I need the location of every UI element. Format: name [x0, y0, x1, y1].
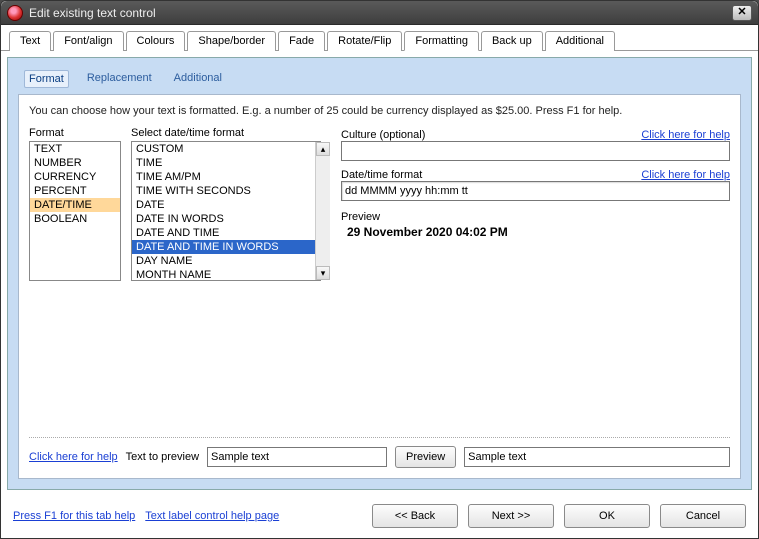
text-to-preview-label: Text to preview [126, 451, 199, 463]
dialog-window: Edit existing text control ✕ TextFont/al… [0, 0, 759, 539]
titlebar: Edit existing text control ✕ [1, 1, 758, 25]
datetime-item[interactable]: MONTH NAME [132, 268, 320, 281]
tab-fade[interactable]: Fade [278, 31, 325, 51]
tab-colours[interactable]: Colours [126, 31, 186, 51]
format-column: Format TEXTNUMBERCURRENCYPERCENTDATE/TIM… [29, 127, 121, 281]
tab-text[interactable]: Text [9, 31, 51, 51]
tab-rotate-flip[interactable]: Rotate/Flip [327, 31, 402, 51]
ok-button[interactable]: OK [564, 504, 650, 528]
scroll-down-icon[interactable]: ▾ [316, 266, 330, 280]
tab-formatting[interactable]: Formatting [404, 31, 479, 51]
footer: Press F1 for this tab help Text label co… [1, 496, 758, 538]
format-label: Format [29, 127, 121, 139]
intro-text: You can choose how your text is formatte… [29, 105, 730, 117]
back-button[interactable]: << Back [372, 504, 458, 528]
cancel-button[interactable]: Cancel [660, 504, 746, 528]
format-item[interactable]: PERCENT [30, 184, 120, 198]
datetime-item[interactable]: CUSTOM [132, 142, 320, 156]
right-column: Culture (optional) Click here for help D… [341, 127, 730, 281]
datetime-item[interactable]: TIME [132, 156, 320, 170]
tab-help-link[interactable]: Press F1 for this tab help [13, 510, 135, 522]
preview-value: 29 November 2020 04:02 PM [347, 225, 730, 239]
datetime-format-input[interactable] [341, 181, 730, 201]
next-button[interactable]: Next >> [468, 504, 554, 528]
content-area: TextFont/alignColoursShape/borderFadeRot… [1, 25, 758, 538]
control-help-link[interactable]: Text label control help page [145, 510, 279, 522]
inner-tab-replacement[interactable]: Replacement [83, 70, 156, 88]
window-title: Edit existing text control [27, 6, 732, 20]
tab-additional[interactable]: Additional [545, 31, 615, 51]
dtf-label: Date/time format [341, 169, 422, 181]
format-item[interactable]: NUMBER [30, 156, 120, 170]
scrollbar[interactable]: ▴ ▾ [315, 142, 330, 280]
datetime-item[interactable]: DAY NAME [132, 254, 320, 268]
preview-button[interactable]: Preview [395, 446, 456, 468]
format-panel: You can choose how your text is formatte… [18, 94, 741, 479]
datetime-column: Select date/time format CUSTOMTIMETIME A… [131, 127, 331, 281]
format-item[interactable]: TEXT [30, 142, 120, 156]
dtf-help-link[interactable]: Click here for help [641, 169, 730, 181]
sample-output[interactable] [464, 447, 730, 467]
app-icon [7, 5, 23, 21]
culture-label: Culture (optional) [341, 129, 425, 141]
inner-tab-bar: Format Replacement Additional [18, 68, 741, 94]
outer-tab-bar: TextFont/alignColoursShape/borderFadeRot… [1, 25, 758, 51]
close-button[interactable]: ✕ [732, 5, 752, 21]
datetime-item[interactable]: TIME AM/PM [132, 170, 320, 184]
culture-help-link[interactable]: Click here for help [641, 129, 730, 141]
inner-tab-format[interactable]: Format [24, 70, 69, 88]
datetime-item[interactable]: DATE IN WORDS [132, 212, 320, 226]
bottom-preview-row: Click here for help Text to preview Prev… [29, 437, 730, 468]
sample-input[interactable] [207, 447, 387, 467]
datetime-item[interactable]: DATE AND TIME [132, 226, 320, 240]
tab-font-align[interactable]: Font/align [53, 31, 123, 51]
inner-tab-additional[interactable]: Additional [170, 70, 226, 88]
main-row: Format TEXTNUMBERCURRENCYPERCENTDATE/TIM… [29, 127, 730, 281]
datetime-item[interactable]: DATE [132, 198, 320, 212]
datetime-list[interactable]: CUSTOMTIMETIME AM/PMTIME WITH SECONDSDAT… [131, 141, 321, 281]
format-list[interactable]: TEXTNUMBERCURRENCYPERCENTDATE/TIMEBOOLEA… [29, 141, 121, 281]
datetime-item[interactable]: TIME WITH SECONDS [132, 184, 320, 198]
bottom-help-link[interactable]: Click here for help [29, 451, 118, 463]
format-item[interactable]: DATE/TIME [30, 198, 120, 212]
preview-label: Preview [341, 211, 730, 223]
culture-input[interactable] [341, 141, 730, 161]
tab-back-up[interactable]: Back up [481, 31, 543, 51]
scroll-up-icon[interactable]: ▴ [316, 142, 330, 156]
format-item[interactable]: BOOLEAN [30, 212, 120, 226]
format-item[interactable]: CURRENCY [30, 170, 120, 184]
formatting-tab-body: Format Replacement Additional You can choo… [7, 57, 752, 490]
select-dt-label: Select date/time format [131, 127, 331, 139]
datetime-item[interactable]: DATE AND TIME IN WORDS [132, 240, 320, 254]
tab-shape-border[interactable]: Shape/border [187, 31, 276, 51]
